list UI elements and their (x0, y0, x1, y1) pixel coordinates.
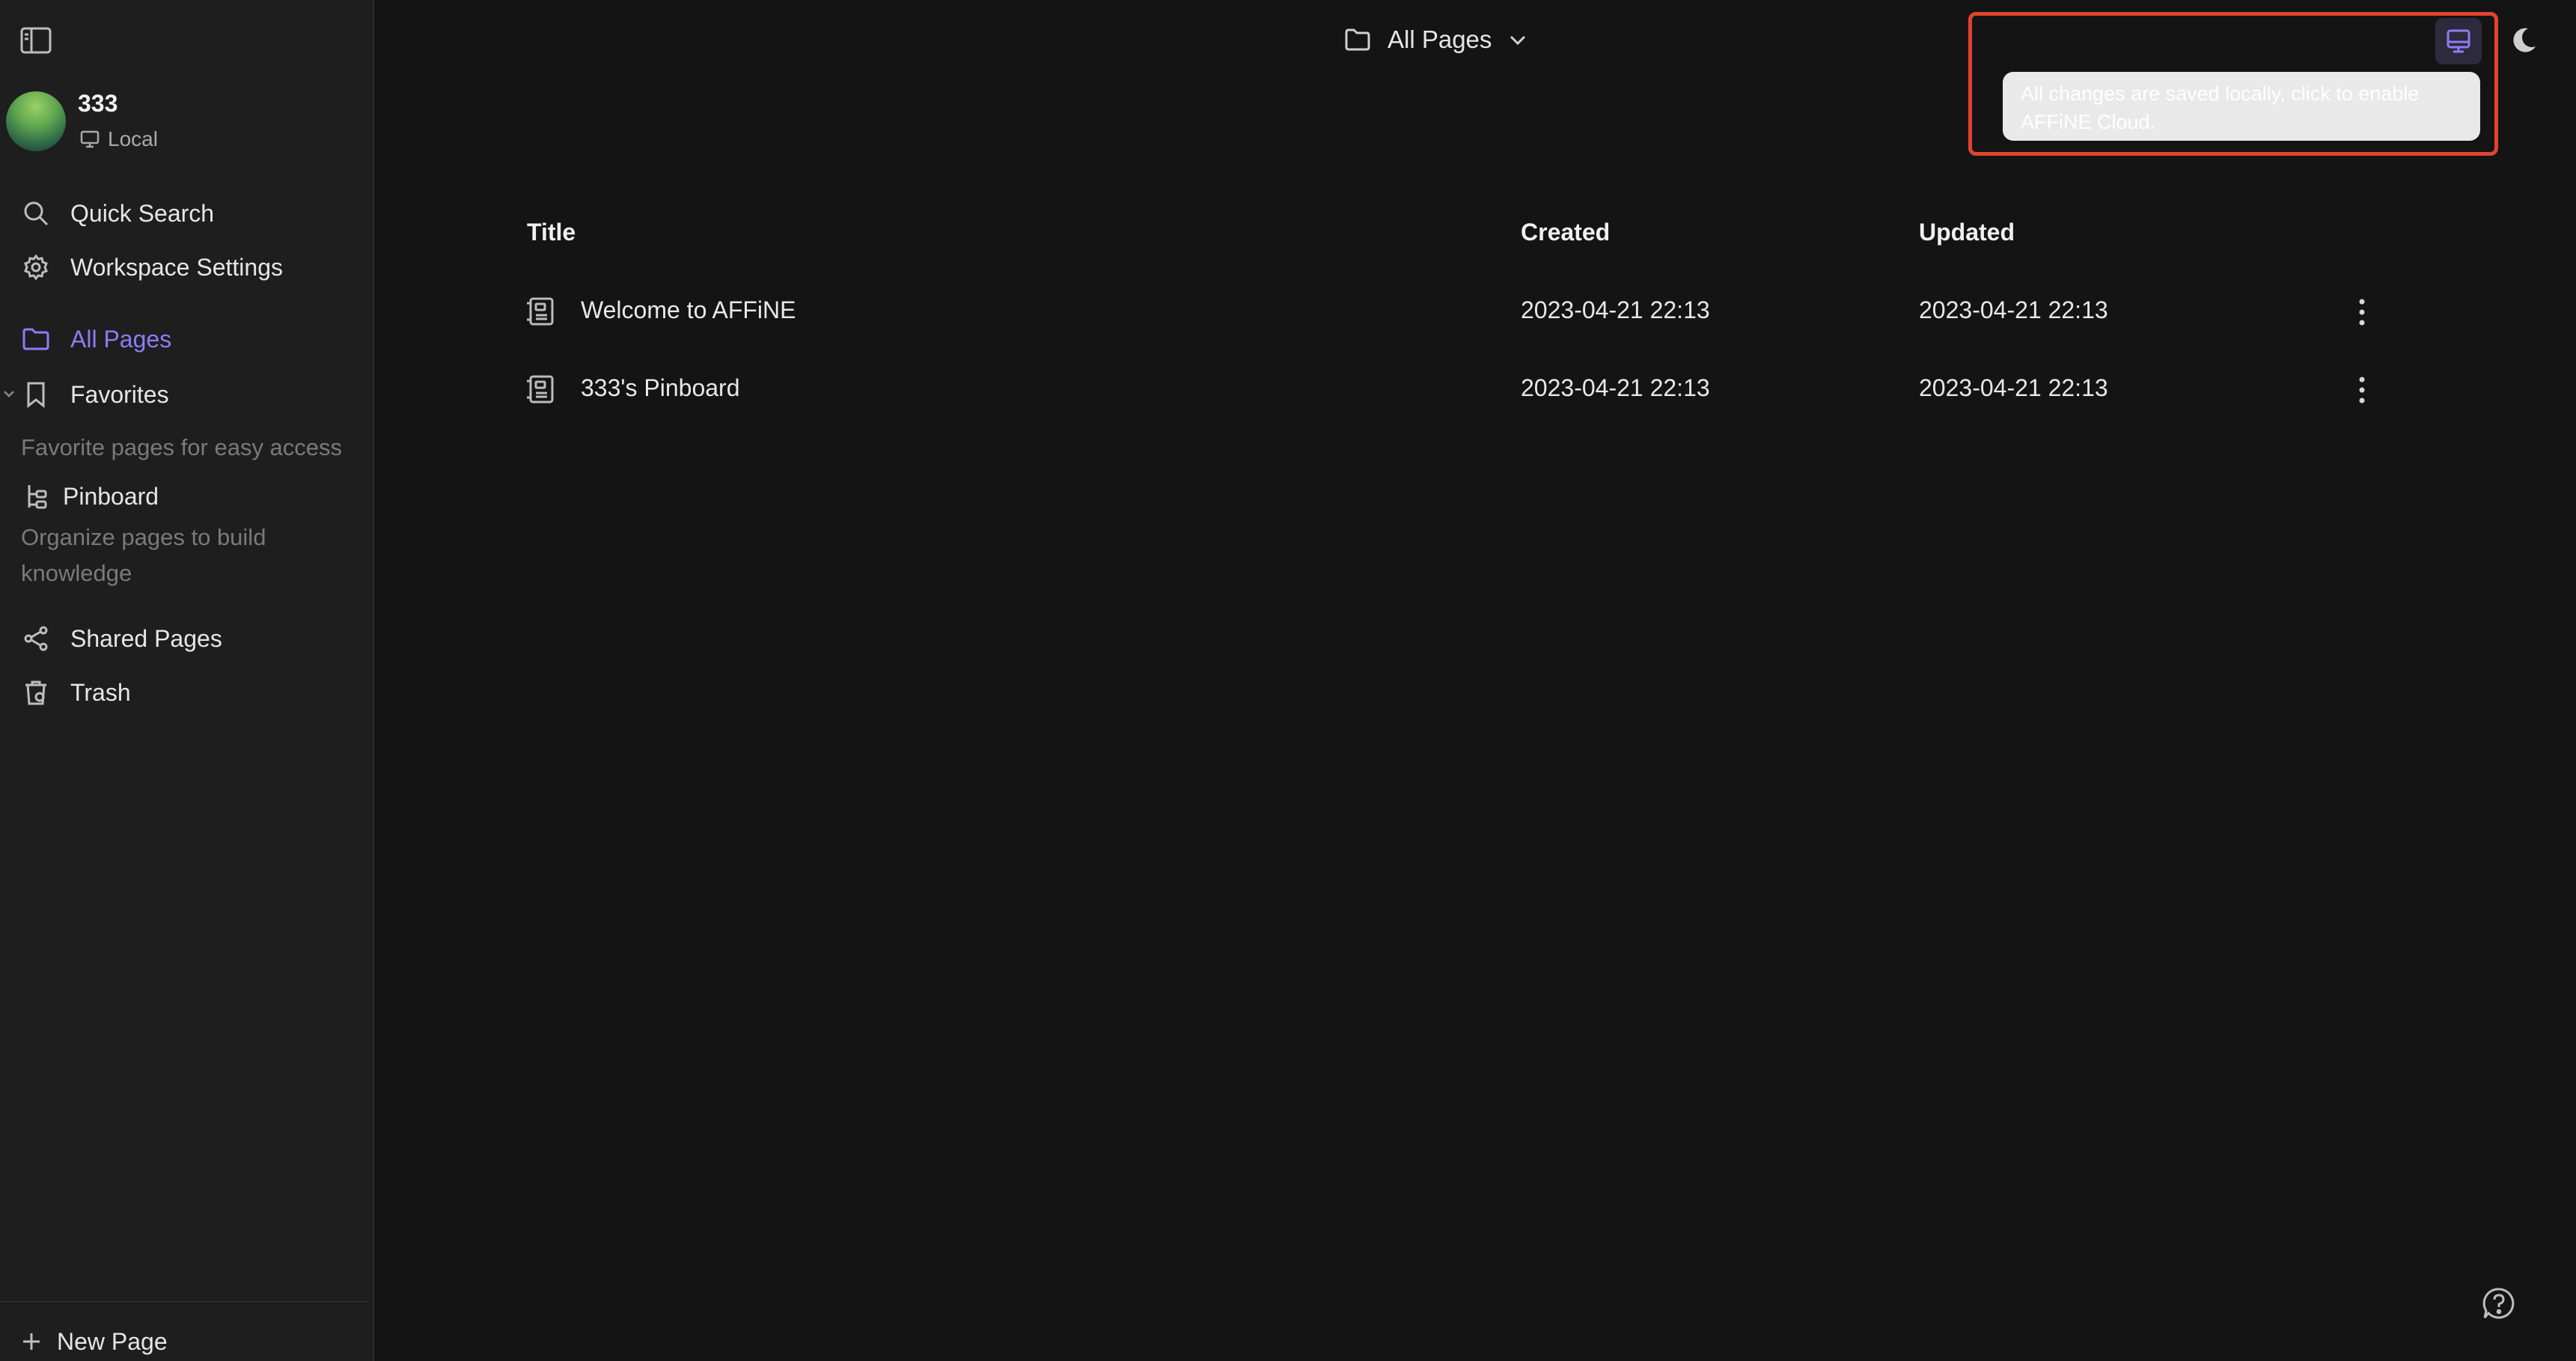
pinboard-hint: Organize pages to build knowledge (21, 524, 266, 586)
sidebar-item-shared-pages[interactable]: Shared Pages (15, 615, 359, 662)
new-page-button[interactable]: New Page (21, 1324, 168, 1360)
column-header-created[interactable]: Created (1521, 219, 1610, 246)
sidebar-item-all-pages[interactable]: All Pages (15, 316, 359, 362)
folder-icon (21, 324, 51, 354)
sidebar-item-pinboard[interactable]: Pinboard (15, 473, 359, 520)
avatar (6, 91, 66, 151)
sidebar-item-label: Favorites (70, 380, 169, 408)
folder-icon (1345, 28, 1370, 51)
sync-tooltip: All changes are saved locally, click to … (2003, 72, 2480, 141)
sidebar-item-label: Trash (70, 678, 131, 706)
sidebar-item-label: Shared Pages (70, 624, 222, 652)
trash-icon (21, 678, 51, 707)
bookmark-icon (21, 380, 51, 409)
help-icon[interactable] (2482, 1286, 2516, 1321)
created-cell: 2023-04-21 22:13 (1521, 296, 1710, 323)
app-window: 333 Local Quick Search Workspace Setting… (0, 0, 2576, 1361)
page-icon (524, 295, 557, 328)
column-header-updated[interactable]: Updated (1919, 219, 2015, 246)
more-vertical-icon[interactable] (2353, 373, 2371, 407)
sidebar-item-label: All Pages (70, 325, 172, 353)
favorites-hint: Favorite pages for easy access (21, 434, 343, 460)
updated-cell: 2023-04-21 22:13 (1919, 374, 2108, 401)
workspace-name: 333 (78, 90, 118, 117)
sidebar: 333 Local Quick Search Workspace Setting… (0, 0, 374, 1361)
created-cell: 2023-04-21 22:13 (1521, 374, 1710, 401)
workspace-status-label: Local (108, 127, 158, 150)
chevron-down-icon[interactable] (1, 386, 16, 402)
gear-icon (21, 252, 51, 282)
workspace-switcher[interactable]: 333 Local (6, 90, 365, 159)
sidebar-item-trash[interactable]: Trash (15, 669, 359, 716)
workspace-status: Local (79, 126, 158, 153)
moon-icon[interactable] (2507, 24, 2540, 57)
plus-icon (23, 1333, 40, 1350)
page-icon (524, 373, 557, 406)
sidebar-divider (0, 1301, 368, 1303)
share-icon (21, 624, 51, 654)
sidebar-item-workspace-settings[interactable]: Workspace Settings (15, 244, 359, 290)
search-icon (21, 198, 51, 228)
table-row[interactable]: 333's Pinboard 2023-04-21 22:13 2023-04-… (524, 356, 2395, 424)
sidebar-item-label: Pinboard (63, 482, 159, 510)
sidebar-item-favorites[interactable]: Favorites (15, 371, 359, 418)
table-row[interactable]: Welcome to AFFiNE 2023-04-21 22:13 2023-… (524, 278, 2395, 346)
sidebar-toggle-icon[interactable] (19, 25, 52, 55)
more-vertical-icon[interactable] (2353, 295, 2371, 329)
sidebar-item-label: Quick Search (70, 199, 215, 227)
pinboard-icon (21, 481, 51, 511)
page-title: All Pages (1388, 25, 1492, 53)
updated-cell: 2023-04-21 22:13 (1919, 296, 2108, 323)
chevron-down-icon (1510, 35, 1526, 46)
sidebar-item-quick-search[interactable]: Quick Search (15, 190, 359, 237)
sidebar-item-label: Workspace Settings (70, 253, 283, 281)
new-page-label: New Page (57, 1327, 168, 1355)
column-header-title[interactable]: Title (527, 219, 576, 246)
computer-icon (80, 130, 100, 148)
page-title-switcher[interactable]: All Pages (1344, 21, 1527, 58)
computer-icon (2447, 29, 2470, 53)
page-title-cell[interactable]: 333's Pinboard (581, 374, 739, 402)
page-title-cell[interactable]: Welcome to AFFiNE (581, 296, 796, 324)
cloud-sync-button[interactable] (2435, 18, 2482, 64)
